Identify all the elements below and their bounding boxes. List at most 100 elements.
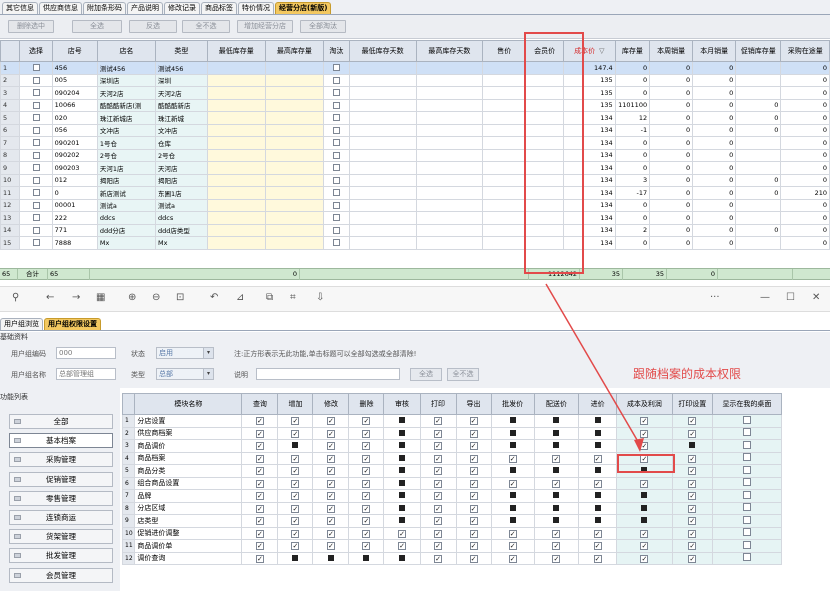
checkbox-checked[interactable]: ✓ xyxy=(291,429,300,438)
checkbox-checked[interactable]: ✓ xyxy=(688,504,697,513)
checkbox-checked[interactable]: ✓ xyxy=(255,467,264,476)
perm-cell[interactable]: ✓ xyxy=(671,551,713,565)
checkbox-unchecked[interactable] xyxy=(742,503,751,512)
checkbox[interactable] xyxy=(332,239,340,247)
checkbox-checked[interactable]: ✓ xyxy=(326,504,335,513)
perm-header-7[interactable]: 打印 xyxy=(419,393,457,415)
checkbox[interactable] xyxy=(32,176,40,184)
table-row[interactable]: 5 020 珠江新城店 珠江新城 134 12 0 0 0 0 xyxy=(0,111,830,125)
function-button-5[interactable]: 连锁商运 xyxy=(9,510,113,525)
table-row[interactable]: 1 456 测试456 测试456 147.4 0 0 0 0 xyxy=(0,61,830,75)
checkbox[interactable] xyxy=(32,164,40,172)
perm-cell[interactable] xyxy=(711,439,782,453)
checkbox-checked[interactable]: ✓ xyxy=(291,529,300,538)
perm-cell[interactable]: ✓ xyxy=(419,501,457,515)
forward-icon[interactable]: → xyxy=(72,292,80,303)
cell-淘汰[interactable] xyxy=(322,236,350,250)
checkbox-checked[interactable]: ✓ xyxy=(469,442,478,451)
checkbox-checked[interactable]: ✓ xyxy=(469,454,478,463)
checkbox-checked[interactable]: ✓ xyxy=(326,479,335,488)
grid1-header-3[interactable]: 店名 xyxy=(96,40,157,62)
checkbox-checked[interactable]: ✓ xyxy=(326,454,335,463)
perm-header-0[interactable] xyxy=(122,393,136,415)
checkbox-checked[interactable]: ✓ xyxy=(688,429,697,438)
perm-cell[interactable] xyxy=(533,514,580,528)
checkbox[interactable] xyxy=(32,201,40,209)
perm-cell[interactable] xyxy=(578,464,618,478)
grid1-header-14[interactable]: 本周销量 xyxy=(649,40,694,62)
checkbox-checked[interactable]: ✓ xyxy=(508,454,517,463)
cell-选择[interactable] xyxy=(19,223,53,237)
checkbox-checked[interactable]: ✓ xyxy=(434,467,443,476)
checkbox-checked[interactable]: ✓ xyxy=(469,492,478,501)
checkbox-checked[interactable]: ✓ xyxy=(469,417,478,426)
checkbox-checked[interactable]: ✓ xyxy=(291,454,300,463)
checkbox-checked[interactable]: ✓ xyxy=(362,529,371,538)
perm-cell[interactable] xyxy=(383,476,421,490)
checkbox-checked[interactable]: ✓ xyxy=(362,429,371,438)
grid1-header-9[interactable]: 最高库存天数 xyxy=(415,40,484,62)
checkbox-checked[interactable]: ✓ xyxy=(326,417,335,426)
tab-5[interactable]: 商品标签 xyxy=(201,2,237,14)
perm-cell[interactable]: ✓ xyxy=(533,476,580,490)
cell-选择[interactable] xyxy=(19,148,53,162)
perm-cell[interactable]: ✓ xyxy=(419,514,457,528)
pin-icon[interactable]: ⚲ xyxy=(12,292,19,303)
sort-icon[interactable]: ▽ xyxy=(599,47,604,55)
checkbox-checked[interactable]: ✓ xyxy=(326,517,335,526)
perm-cell[interactable]: ✓ xyxy=(671,489,713,503)
grid1-header-13[interactable]: 库存量 xyxy=(614,40,651,62)
tab-0[interactable]: 其它信息 xyxy=(2,2,38,14)
perm-cell[interactable]: ✓ xyxy=(348,539,385,553)
checkbox[interactable] xyxy=(332,139,340,147)
cell-选择[interactable] xyxy=(19,86,53,100)
table-row[interactable]: 6 056 文冲店 文冲店 134 -1 0 0 0 0 xyxy=(0,123,830,137)
checkbox[interactable] xyxy=(32,139,40,147)
cell-淘汰[interactable] xyxy=(322,161,350,175)
checkbox-checked[interactable]: ✓ xyxy=(362,492,371,501)
perm-header-1[interactable]: 模块名称 xyxy=(134,393,243,415)
perm-cell[interactable]: ✓ xyxy=(241,439,279,453)
table-row[interactable]: 14 771 ddd分店 ddd店类型 134 2 0 0 0 0 xyxy=(0,223,830,237)
checkbox-checked[interactable]: ✓ xyxy=(688,542,697,551)
checkbox-checked[interactable]: ✓ xyxy=(434,517,443,526)
perm-cell[interactable] xyxy=(277,439,314,453)
perm-cell[interactable] xyxy=(490,514,535,528)
checkbox-checked[interactable]: ✓ xyxy=(326,542,335,551)
cell-选择[interactable] xyxy=(19,111,53,125)
perm-cell[interactable]: ✓ xyxy=(348,476,385,490)
checkbox-checked[interactable]: ✓ xyxy=(362,479,371,488)
desc-input[interactable] xyxy=(256,368,400,380)
checkbox-checked[interactable]: ✓ xyxy=(255,517,264,526)
grid1-header-15[interactable]: 本月销量 xyxy=(692,40,737,62)
cell-选择[interactable] xyxy=(19,186,53,200)
perm-cell[interactable]: ✓ xyxy=(241,526,279,540)
checkbox-checked[interactable]: ✓ xyxy=(255,542,264,551)
perm-cell[interactable] xyxy=(490,426,535,440)
perm-cell[interactable] xyxy=(578,489,618,503)
perm-cell[interactable]: ✓ xyxy=(671,514,713,528)
perm-cell[interactable]: ✓ xyxy=(455,426,492,440)
cell-淘汰[interactable] xyxy=(322,173,350,187)
perm-cell[interactable]: ✓ xyxy=(348,501,385,515)
function-button-7[interactable]: 批发管理 xyxy=(9,548,113,564)
checkbox-checked[interactable]: ✓ xyxy=(640,479,649,488)
table-row[interactable]: 3 090204 天河2店 天河2店 135 0 0 0 0 xyxy=(0,86,830,100)
copy-icon[interactable]: ⧉ xyxy=(266,292,273,303)
checkbox-unchecked[interactable] xyxy=(742,490,751,499)
checkbox-checked[interactable]: ✓ xyxy=(255,554,264,563)
cell-淘汰[interactable] xyxy=(322,61,350,75)
cell-淘汰[interactable] xyxy=(322,198,350,212)
cell-选择[interactable] xyxy=(19,173,53,187)
perm-cell[interactable]: ✓ xyxy=(277,451,314,465)
perm-cell[interactable] xyxy=(578,501,618,515)
checkbox-checked[interactable]: ✓ xyxy=(469,529,478,538)
checkbox-checked[interactable]: ✓ xyxy=(469,479,478,488)
checkbox-checked[interactable]: ✓ xyxy=(688,479,697,488)
perm-cell[interactable]: ✓ xyxy=(241,476,279,490)
checkbox-unchecked[interactable] xyxy=(742,553,751,562)
checkbox-checked[interactable]: ✓ xyxy=(291,492,300,501)
perm-cell[interactable]: ✓ xyxy=(533,526,580,540)
checkbox-checked[interactable]: ✓ xyxy=(362,542,371,551)
perm-cell[interactable]: ✓ xyxy=(241,414,279,428)
